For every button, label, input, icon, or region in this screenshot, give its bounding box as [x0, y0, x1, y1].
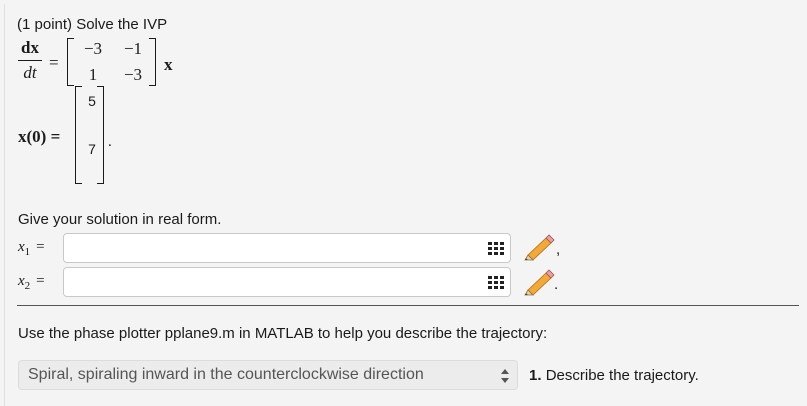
derivative-fraction: dx dt [18, 38, 42, 83]
pencil-icon[interactable] [521, 233, 555, 261]
problem-panel: (1 point) Solve the IVP dx dt = −3 −1 1 … [4, 4, 804, 406]
answer-2-label: x2 = [18, 273, 45, 292]
matrix-right-bracket [149, 38, 156, 86]
fraction-bar [18, 60, 42, 61]
answer-2-wrapper [63, 267, 511, 297]
derivative-denominator: dt [23, 63, 37, 82]
problem-title: Solve the IVP [76, 16, 168, 33]
answer-1-label: x1 = [18, 239, 45, 258]
up-down-caret-icon [501, 369, 509, 383]
section-divider [17, 305, 799, 306]
matrix-cell-22: −3 [123, 65, 143, 84]
matrix-cell-12: −1 [123, 39, 143, 58]
ode-equals: = [49, 53, 59, 72]
ic-right-bracket [97, 86, 104, 184]
answer-1-input[interactable] [63, 233, 511, 263]
matrix-cell-11: −3 [83, 39, 103, 58]
grid-icon[interactable] [487, 239, 505, 257]
trajectory-label: Describe the trajectory. [545, 367, 699, 384]
pencil-icon[interactable] [521, 268, 555, 296]
grid-icon[interactable] [487, 273, 505, 291]
derivative-numerator: dx [21, 38, 39, 57]
problem-points: (1 point) [17, 16, 73, 33]
problem-header: (1 point) Solve the IVP [17, 16, 167, 33]
answer-1-wrapper [63, 233, 511, 263]
matrix-left-bracket [67, 38, 74, 86]
phase-plotter-prompt: Use the phase plotter pplane9.m in MATLA… [18, 325, 548, 342]
trajectory-number: 1. [529, 367, 542, 384]
answer-2-period: . [554, 276, 559, 293]
trajectory-select[interactable]: Spiral, spiraling inward in the counterc… [18, 360, 518, 390]
initial-condition-label: x(0) = [18, 127, 61, 146]
answer-1-comma: , [556, 241, 561, 258]
matrix-cell-21: 1 [88, 65, 98, 84]
ic-left-bracket [75, 86, 82, 184]
trajectory-describe-label: 1. Describe the trajectory. [529, 367, 699, 384]
solution-prompt: Give your solution in real form. [18, 211, 222, 228]
trajectory-selected-value: Spiral, spiraling inward in the counterc… [28, 366, 424, 383]
ic-period: . [108, 134, 112, 150]
ode-vector: x [164, 55, 173, 74]
answer-2-input[interactable] [63, 267, 511, 297]
